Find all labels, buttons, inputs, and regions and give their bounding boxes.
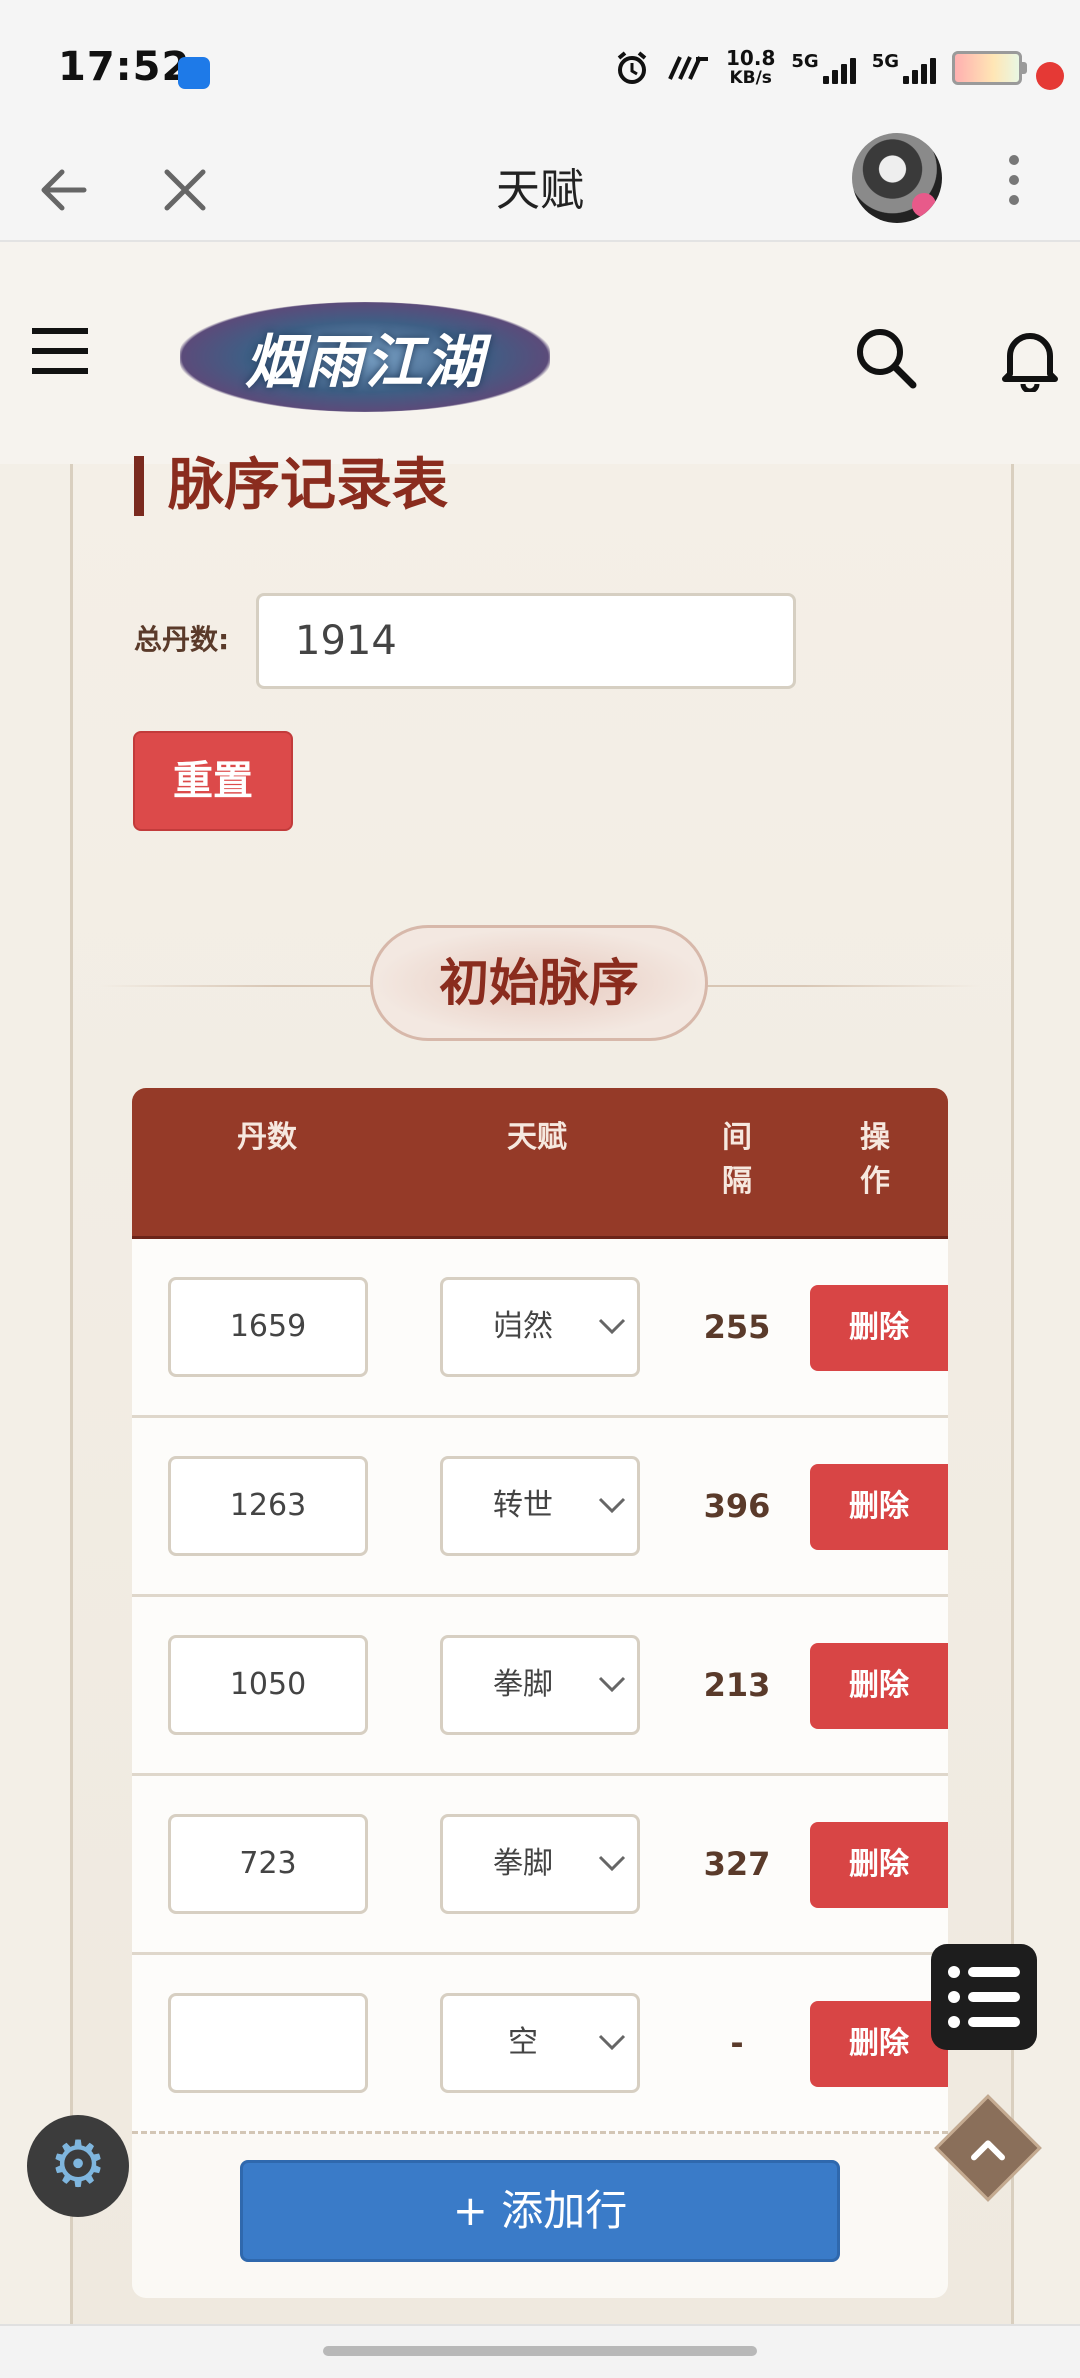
site-header: 烟雨江湖: [0, 242, 1080, 464]
site-logo-text: 烟雨江湖: [244, 328, 485, 396]
signal-sim2: 5G: [872, 52, 936, 84]
header-gap-line2: 隔: [722, 1164, 752, 1199]
dan-input[interactable]: [168, 1993, 368, 2093]
dan-input[interactable]: 723: [168, 1814, 368, 1914]
reset-button[interactable]: 重置: [133, 731, 293, 831]
talent-select-value: 拳脚: [493, 1846, 553, 1881]
table-row: 723 拳脚 327 删除: [132, 1776, 948, 1955]
chevron-down-icon: [598, 1497, 626, 1514]
chevron-up-icon: [971, 2140, 1005, 2161]
search-icon[interactable]: [850, 322, 920, 392]
system-navigation-bar: [0, 2324, 1080, 2378]
table-row: 1659 岿然 255 删除: [132, 1239, 948, 1418]
bell-icon[interactable]: [995, 322, 1065, 392]
talent-select[interactable]: 拳脚: [440, 1814, 640, 1914]
add-row-button[interactable]: + 添加行: [240, 2160, 840, 2262]
signal-sim1: 5G: [791, 51, 856, 84]
table-row: 1050 拳脚 213 删除: [132, 1597, 948, 1776]
add-row-area: + 添加行: [132, 2134, 948, 2298]
delete-button[interactable]: 删除: [810, 1822, 948, 1908]
dan-input[interactable]: 1659: [168, 1277, 368, 1377]
notification-app-icon: [178, 57, 210, 89]
table-row: 空 - 删除: [132, 1955, 948, 2134]
network-speed-unit: KB/s: [729, 68, 772, 88]
hamburger-menu-icon[interactable]: [30, 326, 90, 376]
sim1-label: 5G: [791, 51, 819, 72]
settings-button[interactable]: ⚙: [27, 2115, 129, 2217]
table-of-contents-button[interactable]: [931, 1944, 1037, 2050]
talent-select-value: 拳脚: [493, 1667, 553, 1702]
nfc-icon: [668, 56, 709, 80]
header-action-line1: 操: [860, 1120, 890, 1155]
pulse-table: 丹数 天赋 间隔 操作 1659 岿然 255 删除 1263 转世 396 删…: [132, 1088, 948, 2298]
network-speed-value: 10.8: [726, 46, 776, 70]
gap-value: 255: [703, 1308, 771, 1346]
talent-select-value: 岿然: [493, 1309, 553, 1344]
delete-button[interactable]: 删除: [810, 2001, 948, 2087]
talent-select[interactable]: 空: [440, 1993, 640, 2093]
header-dan: 丹数: [237, 1120, 297, 1155]
alarm-icon: [617, 51, 647, 84]
status-icons: 10.8 KB/s 5G 5G: [614, 48, 1027, 88]
sim2-label: 5G: [871, 51, 899, 72]
initial-order-heading: 初始脉序: [370, 925, 708, 1041]
home-indicator[interactable]: [323, 2346, 757, 2356]
header-gap: 间隔: [672, 1116, 802, 1204]
status-bar: 17:52 10.8 KB/s 5G 5G: [0, 0, 1080, 140]
avatar-badge: [912, 193, 936, 217]
gap-value: 213: [703, 1666, 771, 1704]
gap-value: 396: [703, 1487, 771, 1525]
gap-value: -: [730, 2024, 744, 2062]
header-talent: 天赋: [507, 1120, 567, 1155]
section-title: 脉序记录表: [134, 456, 448, 516]
chevron-down-icon: [598, 2034, 626, 2051]
network-speed: 10.8 KB/s: [726, 48, 775, 88]
gap-value: 327: [703, 1845, 771, 1883]
chevron-down-icon: [598, 1318, 626, 1335]
total-dan-label: 总丹数:: [134, 623, 230, 656]
dan-input[interactable]: 1263: [168, 1456, 368, 1556]
chevron-down-icon: [598, 1855, 626, 1872]
delete-button[interactable]: 删除: [810, 1643, 948, 1729]
list-icon: [948, 1966, 1020, 2028]
avatar[interactable]: [852, 133, 942, 223]
talent-select-value: 空: [508, 2025, 538, 2060]
battery-icon: [952, 51, 1027, 85]
header-gap-line1: 间: [722, 1120, 752, 1155]
signal-bars-icon: [822, 52, 856, 84]
signal-bars-icon: [903, 52, 936, 84]
chevron-down-icon: [598, 1676, 626, 1693]
gear-icon: ⚙: [49, 2128, 107, 2202]
talent-select[interactable]: 转世: [440, 1456, 640, 1556]
total-dan-input[interactable]: [256, 593, 796, 689]
dan-input[interactable]: 1050: [168, 1635, 368, 1735]
header-action: 操作: [802, 1116, 948, 1204]
delete-button[interactable]: 删除: [810, 1285, 948, 1371]
table-header: 丹数 天赋 间隔 操作: [132, 1088, 948, 1239]
talent-select[interactable]: 拳脚: [440, 1635, 640, 1735]
table-row: 1263 转世 396 删除: [132, 1418, 948, 1597]
delete-button[interactable]: 删除: [810, 1464, 948, 1550]
talent-select-value: 转世: [493, 1488, 553, 1523]
header-action-line2: 作: [860, 1164, 890, 1199]
more-vertical-icon[interactable]: [1000, 150, 1028, 210]
status-time: 17:52: [58, 44, 191, 90]
talent-select[interactable]: 岿然: [440, 1277, 640, 1377]
notification-badge: [1036, 62, 1064, 90]
site-logo[interactable]: 烟雨江湖: [180, 302, 550, 412]
